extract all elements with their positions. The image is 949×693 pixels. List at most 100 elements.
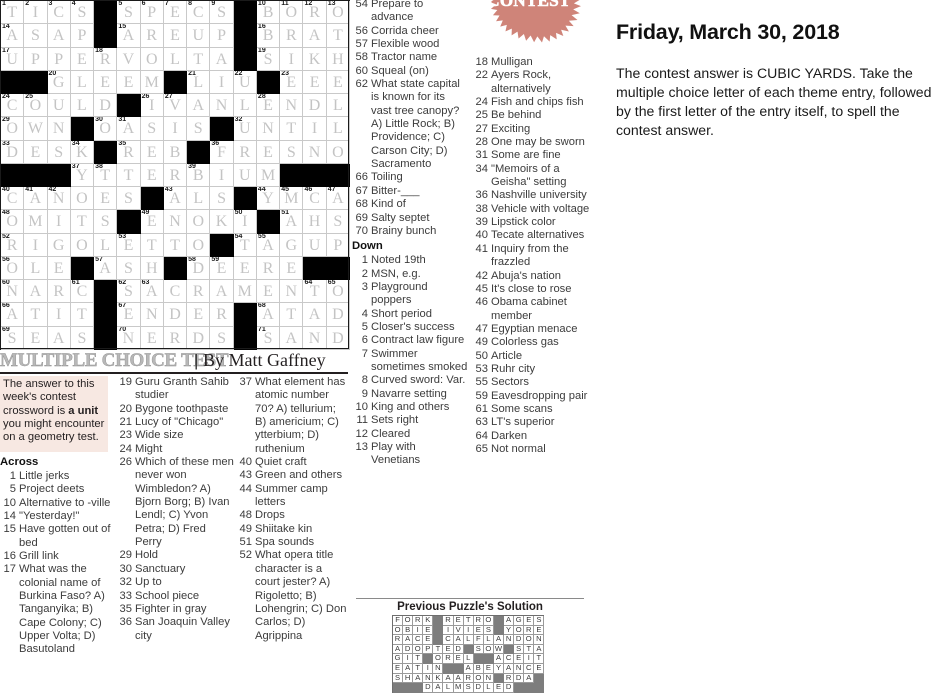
grid-cell[interactable]: E	[94, 187, 118, 211]
grid-cell[interactable]: 10 B	[256, 1, 281, 25]
grid-cell[interactable]: D	[303, 94, 327, 118]
grid-cell[interactable]: N	[280, 280, 304, 304]
grid-cell[interactable]: 70 N	[117, 326, 141, 350]
clue-down-6[interactable]: 6 Contract law figure	[352, 334, 468, 347]
clue-down-53[interactable]: 53 Ruhr city	[472, 363, 592, 376]
clue-down-4[interactable]: 4 Short period	[352, 308, 468, 321]
grid-cell[interactable]: 57 A	[94, 256, 118, 281]
grid-cell[interactable]: 39 B	[187, 163, 211, 188]
grid-cell[interactable]: M	[233, 280, 257, 304]
grid-cell[interactable]: H	[140, 256, 164, 281]
clue-across-70[interactable]: 70 Brainy bunch	[352, 225, 468, 238]
clue-across-56[interactable]: 56 Corrida cheer	[352, 25, 468, 38]
grid-cell[interactable]: 67 E	[117, 303, 141, 327]
grid-cell[interactable]: N	[210, 94, 234, 118]
grid-cell[interactable]: 22 U	[233, 70, 257, 95]
crossword-grid[interactable]: 1 T 2 I 3 C 4 S 5 S 6 P 7 E 8 C 9 S 10 B 11 O 12 R 13 O 14 A S A P 15 A R…	[0, 0, 350, 350]
grid-cell[interactable]: 33 D	[1, 140, 25, 164]
clue-down-38[interactable]: 38 Vehicle with voltage	[472, 203, 592, 216]
grid-cell[interactable]: K	[303, 47, 327, 71]
grid-cell[interactable]: L	[163, 47, 188, 71]
grid-cell[interactable]: H	[303, 210, 327, 234]
grid-cell[interactable]: S	[210, 326, 234, 350]
clue-across-48[interactable]: 48 Drops	[236, 509, 350, 522]
clue-across-19[interactable]: 19 Guru Granth Sahib studier	[116, 376, 234, 403]
grid-cell[interactable]: U	[233, 163, 257, 188]
grid-cell[interactable]: M	[24, 210, 48, 234]
grid-cell[interactable]: E	[326, 70, 350, 95]
clue-across-43[interactable]: 43 Green and others	[236, 469, 350, 482]
grid-cell[interactable]: 47 A	[326, 187, 350, 211]
grid-cell[interactable]: O	[326, 140, 350, 164]
grid-cell[interactable]: A	[24, 280, 48, 304]
clue-across-26[interactable]: 26 Which of these men never won Wimbledon…	[116, 456, 234, 549]
grid-cell[interactable]: L	[70, 94, 95, 118]
grid-cell[interactable]: E	[140, 140, 164, 164]
grid-cell[interactable]: I	[210, 163, 234, 188]
grid-cell[interactable]: 26 I	[140, 94, 164, 118]
grid-cell[interactable]: E	[70, 47, 95, 71]
grid-cell[interactable]: E	[94, 70, 118, 95]
grid-cell[interactable]: 68 A	[256, 303, 281, 327]
grid-cell[interactable]: D	[163, 303, 188, 327]
grid-cell[interactable]: 48 O	[1, 210, 25, 234]
grid-cell[interactable]: 19 S	[256, 47, 281, 71]
grid-cell[interactable]: 59 E	[210, 256, 234, 281]
grid-cell[interactable]: A	[280, 326, 304, 350]
grid-cell[interactable]: S	[117, 187, 141, 211]
grid-cell[interactable]: 60 N	[1, 280, 25, 304]
grid-cell[interactable]: R	[140, 24, 164, 48]
grid-cell[interactable]: R	[163, 163, 188, 188]
grid-cell[interactable]: 66 A	[1, 303, 25, 327]
clue-across-20[interactable]: 20 Bygone toothpaste	[116, 403, 234, 416]
grid-cell[interactable]: 3C	[47, 1, 71, 25]
grid-cell[interactable]: 1T	[1, 1, 25, 25]
clue-down-39[interactable]: 39 Lipstick color	[472, 216, 592, 229]
clue-across-24[interactable]: 24 Might	[116, 443, 234, 456]
grid-cell[interactable]: B	[163, 140, 188, 164]
clue-down-42[interactable]: 42 Abuja's nation	[472, 270, 592, 283]
grid-cell[interactable]: E	[303, 70, 327, 95]
grid-cell[interactable]: O	[70, 187, 95, 211]
clue-down-7[interactable]: 7 Swimmer sometimes smoked	[352, 348, 468, 375]
grid-cell[interactable]: E	[117, 70, 141, 95]
clue-across-57[interactable]: 57 Flexible wood	[352, 38, 468, 51]
grid-cell[interactable]: O	[70, 233, 95, 257]
grid-cell[interactable]: 31 A	[117, 117, 141, 141]
grid-cell[interactable]: 37 Y	[70, 163, 95, 188]
grid-cell[interactable]: E	[140, 163, 164, 188]
grid-cell[interactable]: 17 U	[1, 47, 25, 71]
clue-down-5[interactable]: 5 Closer's success	[352, 321, 468, 334]
clue-down-40[interactable]: 40 Tecate alternatives	[472, 229, 592, 242]
grid-cell[interactable]: 8C	[187, 1, 211, 25]
grid-cell[interactable]: 25 O	[24, 94, 48, 118]
clue-across-5[interactable]: 5 Project deets	[0, 483, 112, 496]
grid-cell[interactable]: A	[303, 24, 327, 48]
grid-cell[interactable]: R	[187, 280, 211, 304]
clue-down-45[interactable]: 45 It's close to rose	[472, 283, 592, 296]
grid-cell[interactable]: 23 E	[280, 70, 304, 95]
grid-cell[interactable]: 56 O	[1, 256, 25, 281]
grid-cell[interactable]: 46 C	[303, 187, 327, 211]
clue-down-3[interactable]: 3 Playground poppers	[352, 281, 468, 308]
grid-cell[interactable]: T	[70, 210, 95, 234]
clue-across-49[interactable]: 49 Shiitake kin	[236, 523, 350, 536]
grid-cell[interactable]: A	[47, 24, 71, 48]
grid-cell[interactable]: P	[70, 24, 95, 48]
grid-cell[interactable]: 27 V	[163, 94, 188, 118]
grid-cell[interactable]: S	[187, 117, 211, 141]
clue-down-12[interactable]: 12 Cleared	[352, 428, 468, 441]
clue-across-35[interactable]: 35 Fighter in gray	[116, 603, 234, 616]
clue-across-44[interactable]: 44 Summer camp letters	[236, 483, 350, 510]
grid-cell[interactable]: L	[24, 256, 48, 281]
grid-cell[interactable]: W	[24, 117, 48, 141]
grid-cell[interactable]: S	[94, 210, 118, 234]
grid-cell[interactable]: S	[24, 24, 48, 48]
grid-cell[interactable]: 58 D	[187, 256, 211, 281]
grid-cell[interactable]: O	[187, 210, 211, 234]
grid-cell[interactable]: U	[303, 233, 327, 257]
grid-cell[interactable]: 51 A	[280, 210, 304, 234]
clue-across-52[interactable]: 52 What opera title character is a court …	[236, 549, 350, 642]
grid-cell[interactable]: S	[326, 210, 350, 234]
grid-cell[interactable]: 11 O	[280, 1, 304, 25]
